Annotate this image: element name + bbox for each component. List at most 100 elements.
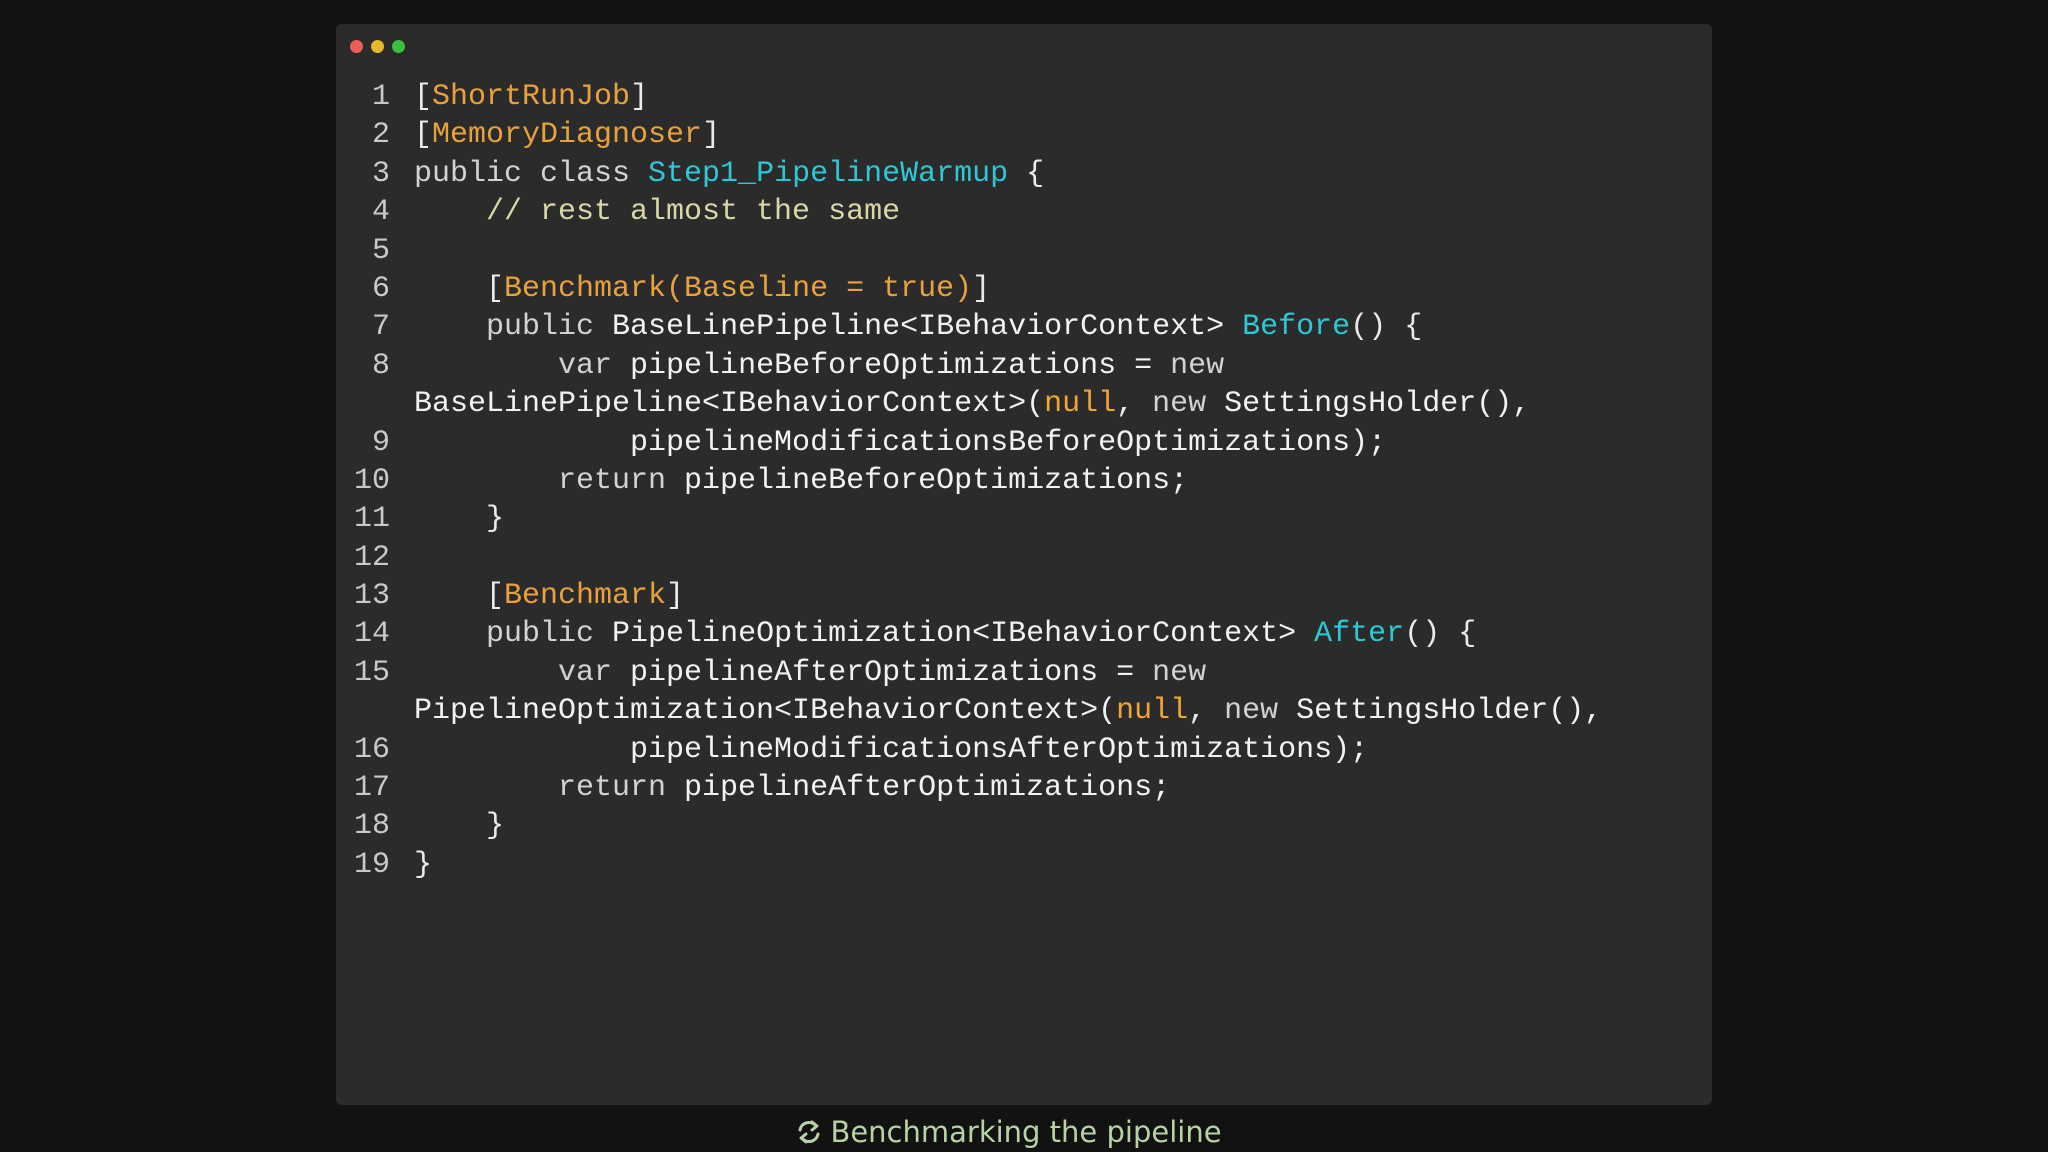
code-token: [ <box>414 80 433 114</box>
code-token: [ <box>414 579 505 614</box>
code-line: 13 [Benchmark] <box>336 577 1712 615</box>
code-line: 5 <box>336 232 1712 270</box>
code-line: 2 [MemoryDiagnoser] <box>336 116 1712 154</box>
code-token: { <box>1008 156 1045 191</box>
code-line: 19} <box>336 846 1712 884</box>
line-number: 16 <box>353 732 390 767</box>
code-token: BaseLinePipeline<IBehaviorContext> <box>612 310 1243 345</box>
code-token: null <box>1116 694 1189 729</box>
window-controls <box>350 40 405 53</box>
line-code: var pipelineAfterOptimizations = new <box>414 654 1206 692</box>
code-token: SettingsHolder(), <box>1224 387 1531 422</box>
code-token: return <box>414 463 685 498</box>
line-code: } <box>414 807 504 845</box>
code-token: Benchmark(Baseline = true) <box>504 271 973 306</box>
line-code: public PipelineOptimization<IBehaviorCon… <box>414 615 1476 653</box>
code-token: , <box>1188 694 1225 729</box>
close-button[interactable] <box>350 40 363 53</box>
line-code: [ShortRunJob] <box>414 78 648 116</box>
code-token: return <box>414 771 685 806</box>
line-number: 10 <box>353 463 390 498</box>
code-editor: 1 [ShortRunJob] 2 [MemoryDiagnoser] 3 public … <box>336 78 1712 884</box>
code-token: MemoryDiagnoser <box>432 118 703 153</box>
code-token: } <box>414 502 505 537</box>
line-number: 19 <box>353 847 390 882</box>
line-code: public class Step1_PipelineWarmup { <box>414 155 1044 193</box>
code-line: 18 } <box>336 807 1712 845</box>
code-line: 14 public PipelineOptimization<IBehavior… <box>336 615 1712 653</box>
line-code: pipelineModificationsBeforeOptimizations… <box>414 424 1386 462</box>
line-code: return pipelineAfterOptimizations; <box>414 769 1170 807</box>
slide-caption: Benchmarking the pipeline <box>0 1113 2016 1152</box>
code-token: pipelineAfterOptimizations = <box>630 655 1153 690</box>
minimize-button[interactable] <box>371 40 384 53</box>
code-token: public <box>414 310 613 345</box>
code-line: 9 pipelineModificationsBeforeOptimizatio… <box>336 424 1712 462</box>
code-line: 11 } <box>336 500 1712 538</box>
code-token: null <box>1044 387 1117 422</box>
line-number: 17 <box>353 771 390 806</box>
code-token: ShortRunJob <box>432 80 631 114</box>
code-line: 1 [ShortRunJob] <box>336 78 1712 116</box>
line-number: 4 <box>371 195 390 230</box>
line-number: 15 <box>353 655 390 690</box>
code-token: } <box>414 809 505 844</box>
line-code: [Benchmark] <box>414 577 684 615</box>
line-number: 6 <box>371 271 390 306</box>
line-number: 3 <box>371 156 390 191</box>
code-line: BaseLinePipeline<IBehaviorContext>(null,… <box>336 385 1712 423</box>
code-token: Benchmark <box>504 579 667 614</box>
code-token: // rest almost the same <box>414 195 901 230</box>
code-token: new <box>1152 387 1225 422</box>
caption-text: Benchmarking the pipeline <box>830 1115 1222 1149</box>
line-number: 12 <box>353 540 390 575</box>
code-token: PipelineOptimization<IBehaviorContext> <box>612 617 1315 652</box>
code-token: () { <box>1350 310 1423 345</box>
line-code: } <box>414 846 432 884</box>
code-token: pipelineAfterOptimizations; <box>684 771 1171 806</box>
line-code: // rest almost the same <box>414 193 900 231</box>
code-token: [ <box>414 118 433 153</box>
maximize-button[interactable] <box>392 40 405 53</box>
code-token: BaseLinePipeline<IBehaviorContext>( <box>414 387 1045 422</box>
code-token: public class <box>414 156 649 191</box>
line-code: [Benchmark(Baseline = true)] <box>414 270 990 308</box>
code-token: () { <box>1404 617 1477 652</box>
line-number: 13 <box>353 579 390 614</box>
code-token: var <box>414 348 631 383</box>
code-token: [ <box>414 271 505 306</box>
line-code: } <box>414 500 504 538</box>
code-token: , <box>1116 387 1153 422</box>
line-number: 5 <box>371 233 390 268</box>
line-code: public BaseLinePipeline<IBehaviorContext… <box>414 308 1422 346</box>
code-line: 4 // rest almost the same <box>336 193 1712 231</box>
code-token: After <box>1314 617 1405 652</box>
line-number: 18 <box>353 809 390 844</box>
line-code: PipelineOptimization<IBehaviorContext>(n… <box>414 692 1602 730</box>
line-number: 2 <box>371 118 390 153</box>
line-number: 8 <box>371 348 390 383</box>
code-line: 12 <box>336 539 1712 577</box>
code-token: new <box>1152 655 1207 690</box>
code-token: pipelineBeforeOptimizations = <box>630 348 1171 383</box>
code-token: public <box>414 617 613 652</box>
code-token: pipelineModificationsAfterOptimizations)… <box>414 732 1369 767</box>
line-code: return pipelineBeforeOptimizations; <box>414 462 1188 500</box>
line-code: var pipelineBeforeOptimizations = new <box>414 347 1224 385</box>
code-token: } <box>414 847 433 882</box>
code-line: 7 public BaseLinePipeline<IBehaviorConte… <box>336 308 1712 346</box>
line-code: pipelineModificationsAfterOptimizations)… <box>414 731 1368 769</box>
code-token: pipelineModificationsBeforeOptimizations… <box>414 425 1387 460</box>
code-token: ] <box>972 271 991 306</box>
code-line: 3 public class Step1_PipelineWarmup { <box>336 155 1712 193</box>
code-token: Before <box>1242 310 1351 345</box>
code-window: 1 [ShortRunJob] 2 [MemoryDiagnoser] 3 public … <box>336 24 1712 1105</box>
code-token: Step1_PipelineWarmup <box>648 156 1009 191</box>
code-line: 15 var pipelineAfterOptimizations = new <box>336 654 1712 692</box>
code-token: ] <box>666 579 685 614</box>
refresh-icon <box>794 1117 824 1152</box>
code-line: 8 var pipelineBeforeOptimizations = new <box>336 347 1712 385</box>
code-line: PipelineOptimization<IBehaviorContext>(n… <box>336 692 1712 730</box>
line-number: 11 <box>353 502 390 537</box>
code-line: 10 return pipelineBeforeOptimizations; <box>336 462 1712 500</box>
